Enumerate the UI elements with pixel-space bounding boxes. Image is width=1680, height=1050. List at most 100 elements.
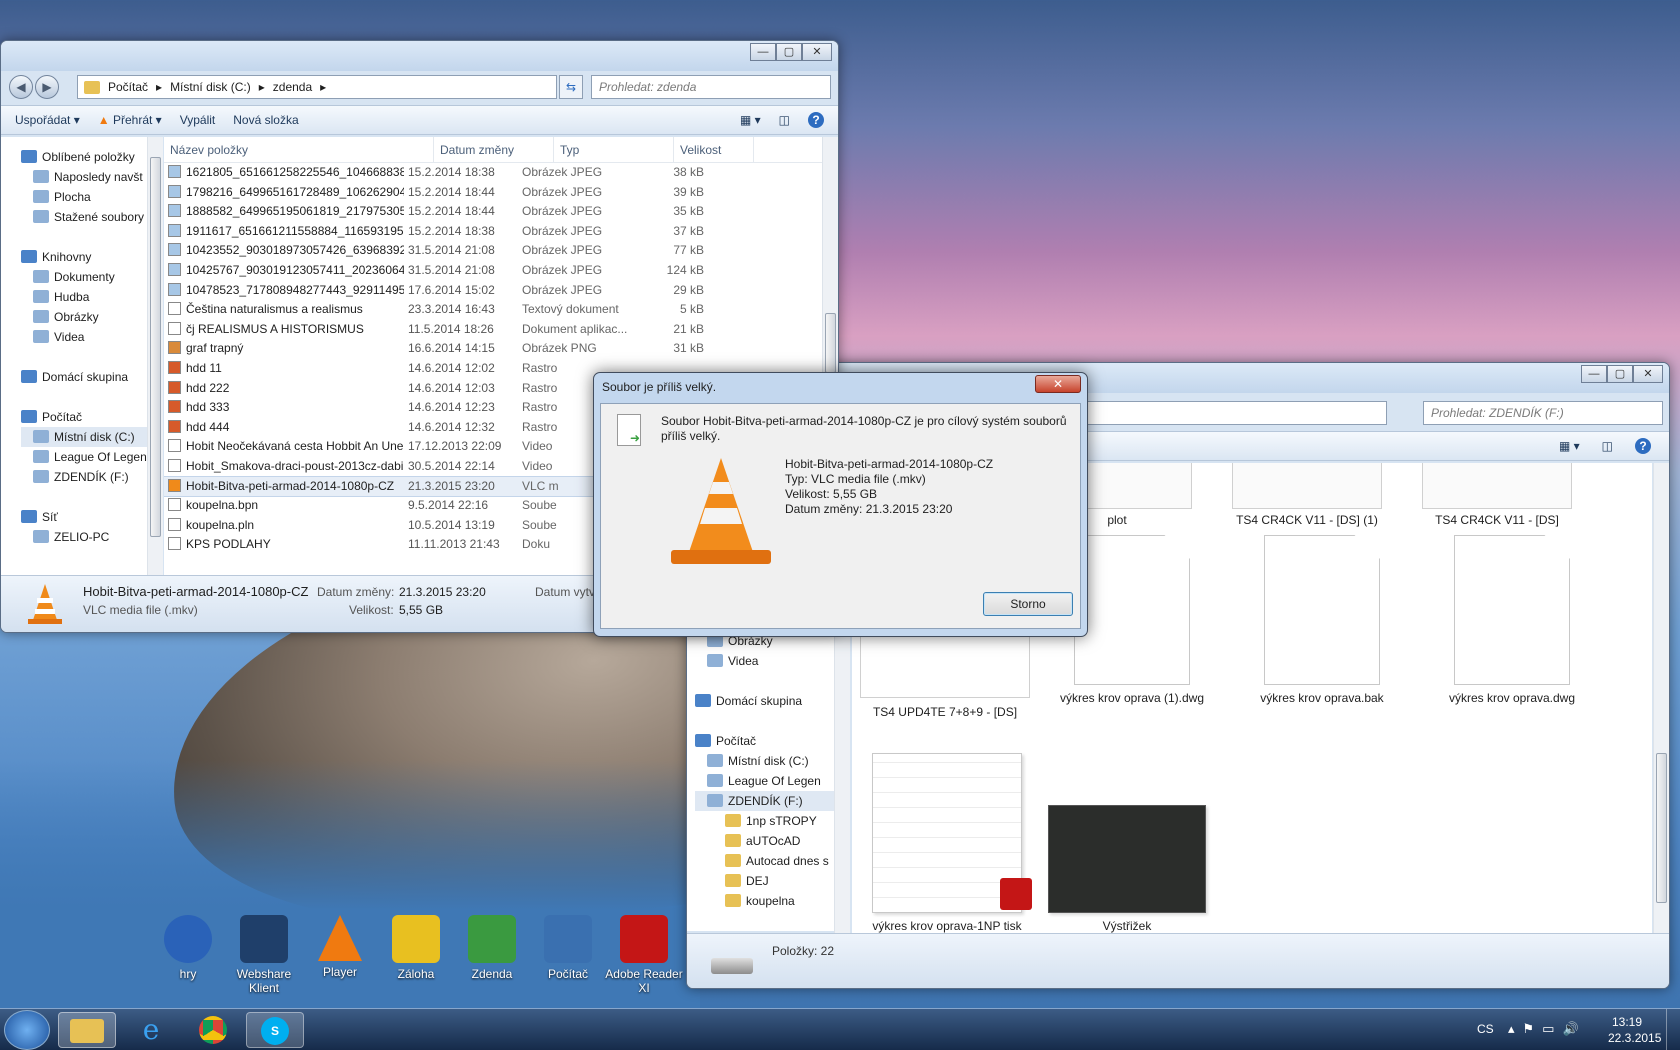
file-tile[interactable]: výkres krov oprava.bak — [1232, 535, 1412, 705]
file-row[interactable]: 1621805_651661258225546_104668838_n 15.2.… — [164, 163, 822, 183]
nav-item[interactable]: League Of Legen — [695, 771, 850, 791]
file-row[interactable]: čj REALISMUS A HISTORISMUS 11.5.2014 18:2… — [164, 320, 822, 340]
file-tile[interactable]: TS4 CR4CK V11 - [DS] (1) — [1222, 513, 1392, 527]
nav-item[interactable]: Domácí skupina — [695, 691, 850, 711]
preview-pane-icon[interactable]: ◫ — [779, 113, 790, 127]
close-button[interactable]: ✕ — [802, 43, 832, 61]
start-button[interactable] — [4, 1010, 50, 1050]
nav-item[interactable]: Videa — [21, 327, 149, 347]
views-icon[interactable]: ▦ ▾ — [740, 113, 761, 127]
desktop-icon[interactable]: Player — [300, 915, 380, 979]
window2-search-input[interactable]: Prohledat: ZDENDÍK (F:) — [1423, 401, 1663, 425]
nav-item[interactable]: aUTOcAD — [695, 831, 850, 851]
column-date[interactable]: Datum změny — [434, 137, 554, 162]
file-row[interactable]: 10425767_903019123057411_2023606481_n 31.… — [164, 261, 822, 281]
nav-item[interactable]: Oblíbené položky — [21, 147, 149, 167]
nav-item[interactable]: ZDENDÍK (F:) — [21, 467, 149, 487]
maximize-button[interactable]: ▢ — [776, 43, 802, 61]
window1-address-bar[interactable]: Počítač ▸ Místní disk (C:) ▸ zdenda ▸ — [77, 75, 557, 99]
file-tile[interactable]: TS4 UPD4TE 7+8+9 - [DS] — [852, 705, 1038, 719]
desktop-icon[interactable]: Webshare Klient — [224, 915, 304, 995]
nav-item[interactable]: 1np sTROPY — [695, 811, 850, 831]
play-menu[interactable]: ▲ Přehrát ▾ — [98, 113, 162, 127]
desktop-icon[interactable]: Počítač — [528, 915, 608, 981]
desktop-icon[interactable]: Adobe Reader XI — [604, 915, 684, 995]
nav-item-label: Dokumenty — [54, 270, 115, 284]
desktop-icon[interactable]: hry — [148, 915, 228, 981]
close-button[interactable]: ✕ — [1633, 365, 1663, 383]
window1-search-input[interactable]: Prohledat: zdenda — [591, 75, 831, 99]
nav-item[interactable]: DEJ — [695, 871, 850, 891]
nav-item[interactable]: Naposledy navšt — [21, 167, 149, 187]
preview-pane-icon[interactable]: ◫ — [1602, 439, 1613, 453]
breadcrumb-zdenda[interactable]: zdenda — [273, 80, 312, 94]
file-row[interactable]: Čeština naturalismus a realismus 23.3.201… — [164, 300, 822, 320]
back-button[interactable]: ◀ — [9, 75, 33, 99]
column-name[interactable]: Název položky — [164, 137, 434, 162]
nav-item[interactable]: Plocha — [21, 187, 149, 207]
nav-item[interactable]: Místní disk (C:) — [21, 427, 149, 447]
window1-titlebar[interactable]: — ▢ ✕ — [1, 41, 838, 71]
nav-item[interactable]: Videa — [695, 651, 850, 671]
refresh-button[interactable]: ⇆ — [559, 75, 583, 99]
nav-item[interactable]: Stažené soubory — [21, 207, 149, 227]
clock-time[interactable]: 13:19 — [1612, 1015, 1642, 1029]
folder-icon — [84, 80, 100, 94]
window2-content-scrollbar[interactable] — [1653, 463, 1669, 933]
file-tile[interactable]: Výstřižek — [1032, 753, 1222, 933]
input-language[interactable]: CS — [1477, 1022, 1494, 1036]
nav-item[interactable]: Dokumenty — [21, 267, 149, 287]
taskbar-explorer[interactable] — [58, 1012, 116, 1048]
forward-button[interactable]: ▶ — [35, 75, 59, 99]
taskbar: e S CS ▴⚑▭🔊 13:19 22.3.2015 — [0, 1008, 1680, 1050]
breadcrumb-pocitac[interactable]: Počítač — [108, 80, 148, 94]
desktop-icon[interactable]: Zdenda — [452, 915, 532, 981]
column-type[interactable]: Typ — [554, 137, 674, 162]
taskbar-skype[interactable]: S — [246, 1012, 304, 1048]
file-row[interactable]: 1798216_649965161728489_1062629043_n 15.2… — [164, 183, 822, 203]
file-tile[interactable]: TS4 CR4CK V11 - [DS] — [1412, 513, 1582, 527]
nav-item[interactable]: League Of Legen — [21, 447, 149, 467]
taskbar-ie[interactable]: e — [122, 1012, 180, 1048]
file-row[interactable]: 10478523_717808948277443_929114953_n 17.6… — [164, 281, 822, 301]
nav-item[interactable]: ZDENDÍK (F:) — [695, 791, 850, 811]
file-date: 14.6.2014 12:02 — [408, 360, 495, 375]
window1-nav-scrollbar[interactable] — [147, 137, 163, 575]
show-desktop-button[interactable] — [1666, 1009, 1680, 1050]
column-size[interactable]: Velikost — [674, 137, 754, 162]
file-row[interactable]: graf trapný 16.6.2014 14:15 Obrázek PNG 31 … — [164, 339, 822, 359]
nav-item[interactable]: Hudba — [21, 287, 149, 307]
minimize-button[interactable]: — — [750, 43, 776, 61]
file-row[interactable]: 1888582_649965195061819_217975305_n 15.2.… — [164, 202, 822, 222]
new-folder-button[interactable]: Nová složka — [233, 113, 298, 127]
nav-item[interactable]: Síť — [21, 507, 149, 527]
breadcrumb-drive[interactable]: Místní disk (C:) — [170, 80, 251, 94]
nav-item[interactable]: Počítač — [695, 731, 850, 751]
nav-item[interactable]: Počítač — [21, 407, 149, 427]
views-icon[interactable]: ▦ ▾ — [1559, 439, 1580, 453]
nav-item[interactable]: Obrázky — [21, 307, 149, 327]
nav-item[interactable]: ZELIO-PC — [21, 527, 149, 547]
desktop-icon[interactable]: Záloha — [376, 915, 456, 981]
cancel-button[interactable]: Storno — [983, 592, 1073, 616]
minimize-button[interactable]: — — [1581, 365, 1607, 383]
help-icon[interactable]: ? — [1635, 438, 1651, 454]
nav-item[interactable]: Domácí skupina — [21, 367, 149, 387]
tray-icons[interactable]: ▴⚑▭🔊 — [1508, 1021, 1587, 1037]
nav-item-label: Hudba — [54, 290, 90, 304]
help-icon[interactable]: ? — [808, 112, 824, 128]
clock-date[interactable]: 22.3.2015 — [1608, 1031, 1661, 1045]
file-row[interactable]: 1911617_651661211558884_1165931955_n 15.2… — [164, 222, 822, 242]
burn-button[interactable]: Vypálit — [180, 113, 216, 127]
maximize-button[interactable]: ▢ — [1607, 365, 1633, 383]
organize-menu[interactable]: Uspořádat ▾ — [15, 113, 80, 127]
taskbar-chrome[interactable] — [184, 1012, 242, 1048]
nav-item[interactable]: Místní disk (C:) — [695, 751, 850, 771]
window2-nav-scrollbar[interactable] — [834, 628, 850, 933]
nav-item[interactable]: koupelna — [695, 891, 850, 911]
nav-item[interactable]: Autocad dnes s — [695, 851, 850, 871]
file-row[interactable]: 10423552_903018973057426_639683920_n 31.5… — [164, 241, 822, 261]
dialog-close-button[interactable]: ✕ — [1035, 375, 1081, 393]
file-tile[interactable]: výkres krov oprava.dwg — [1422, 535, 1602, 705]
nav-item[interactable]: Knihovny — [21, 247, 149, 267]
